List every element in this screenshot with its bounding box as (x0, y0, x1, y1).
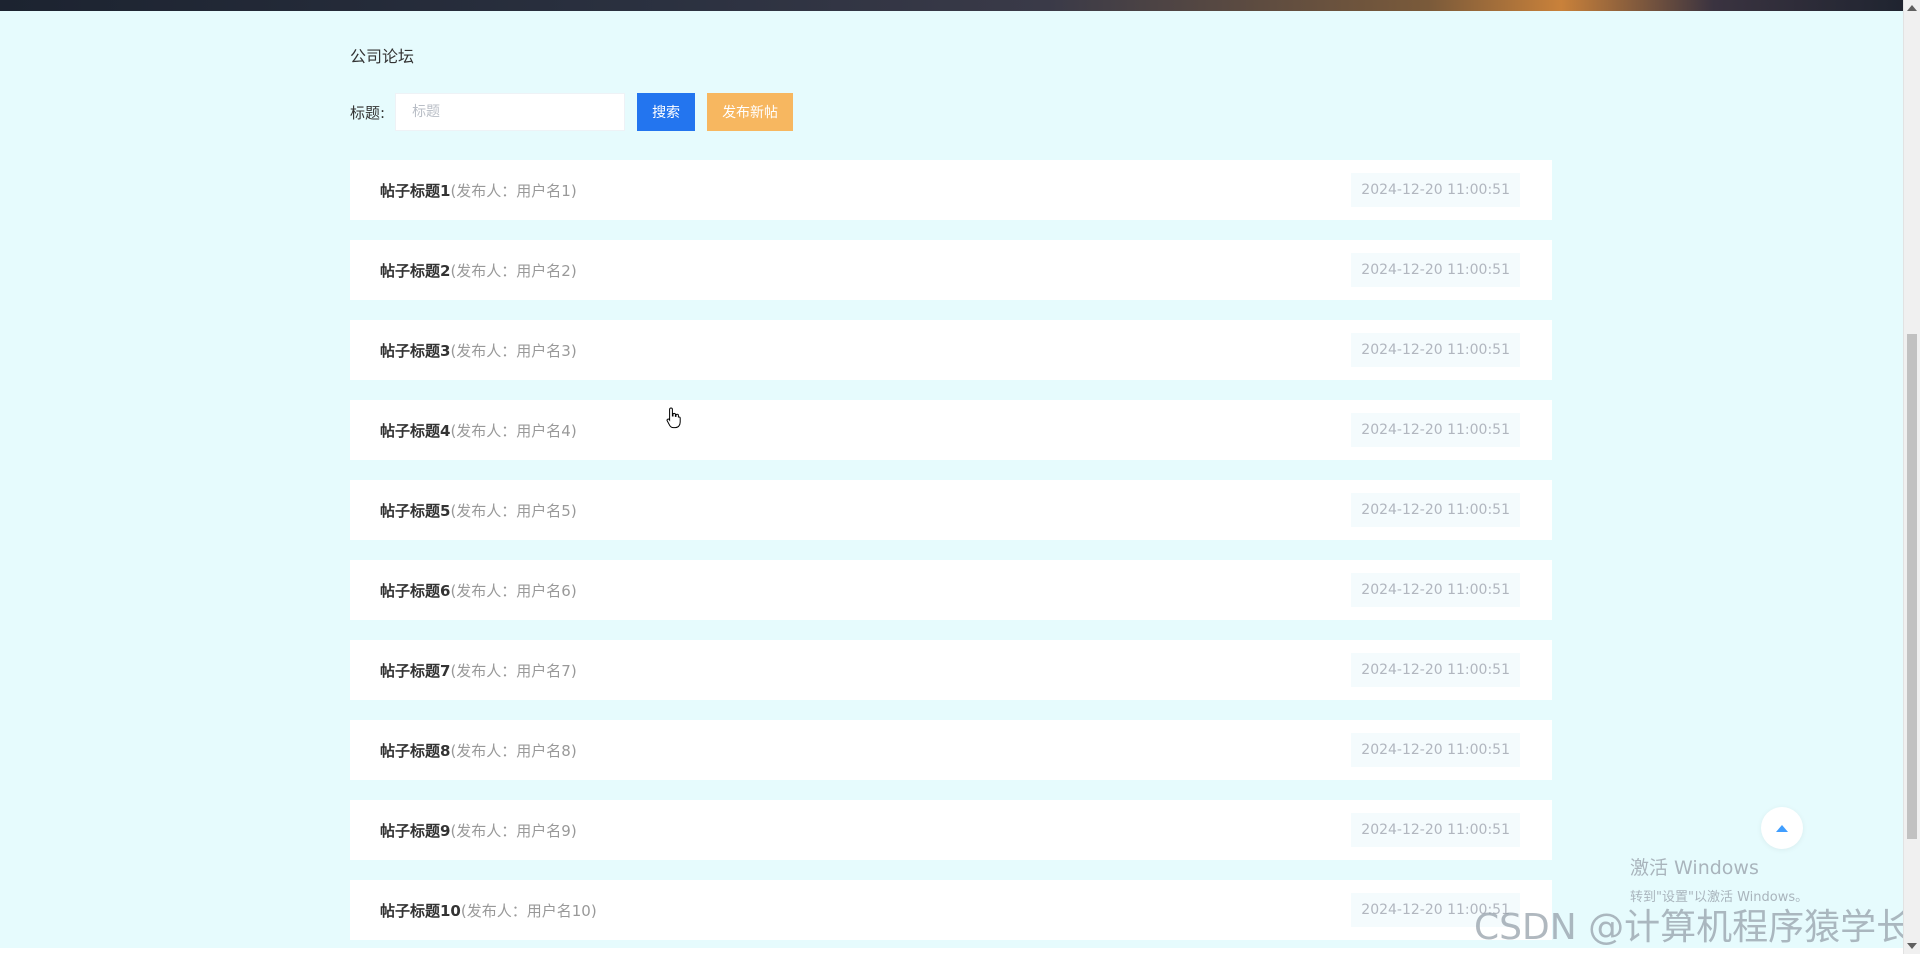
post-title[interactable]: 帖子标题6 (380, 582, 450, 600)
post-author: (发布人：用户名6) (450, 581, 577, 600)
post-title[interactable]: 帖子标题1 (380, 182, 450, 200)
post-author: (发布人：用户名9) (450, 821, 577, 840)
post-author: (发布人：用户名10) (460, 901, 597, 920)
scroll-up-arrow-icon[interactable] (1907, 5, 1917, 11)
post-author: (发布人：用户名7) (450, 661, 577, 680)
post-item[interactable]: 帖子标题7(发布人：用户名7) 2024-12-20 11:00:51 (350, 640, 1552, 700)
post-heading: 帖子标题4(发布人：用户名4) (380, 420, 577, 441)
post-heading: 帖子标题3(发布人：用户名3) (380, 340, 577, 361)
post-item[interactable]: 帖子标题2(发布人：用户名2) 2024-12-20 11:00:51 (350, 240, 1552, 300)
bottom-edge (0, 948, 1904, 954)
vertical-scrollbar[interactable] (1903, 0, 1920, 954)
scroll-down-arrow-icon[interactable] (1907, 943, 1917, 949)
title-search-input[interactable] (395, 93, 626, 131)
post-title[interactable]: 帖子标题8 (380, 742, 450, 760)
post-heading: 帖子标题2(发布人：用户名2) (380, 260, 577, 281)
csdn-watermark: CSDN @计算机程序猿学长 (1474, 907, 1913, 948)
windows-activation-title: 激活 Windows (1630, 857, 1759, 879)
post-item[interactable]: 帖子标题4(发布人：用户名4) 2024-12-20 11:00:51 (350, 400, 1552, 460)
post-item[interactable]: 帖子标题10(发布人：用户名10) 2024-12-20 11:00:51 (350, 880, 1552, 940)
post-title[interactable]: 帖子标题7 (380, 662, 450, 680)
post-heading: 帖子标题5(发布人：用户名5) (380, 500, 577, 521)
new-post-button[interactable]: 发布新帖 (707, 93, 794, 131)
post-author: (发布人：用户名4) (450, 421, 577, 440)
post-date: 2024-12-20 11:00:51 (1351, 333, 1520, 367)
caret-up-icon (1776, 824, 1788, 832)
post-date: 2024-12-20 11:00:51 (1351, 813, 1520, 847)
post-item[interactable]: 帖子标题6(发布人：用户名6) 2024-12-20 11:00:51 (350, 560, 1552, 620)
post-title[interactable]: 帖子标题9 (380, 822, 450, 840)
search-bar: 标题: 搜索 发布新帖 (350, 93, 794, 131)
scrollbar-thumb[interactable] (1907, 334, 1917, 839)
page-title: 公司论坛 (350, 47, 415, 66)
search-label: 标题: (350, 103, 386, 122)
post-date: 2024-12-20 11:00:51 (1351, 653, 1520, 687)
post-item[interactable]: 帖子标题9(发布人：用户名9) 2024-12-20 11:00:51 (350, 800, 1552, 860)
post-heading: 帖子标题6(发布人：用户名6) (380, 580, 577, 601)
post-heading: 帖子标题1(发布人：用户名1) (380, 180, 577, 201)
post-heading: 帖子标题9(发布人：用户名9) (380, 820, 577, 841)
post-title[interactable]: 帖子标题5 (380, 502, 450, 520)
post-author: (发布人：用户名8) (450, 741, 577, 760)
post-heading: 帖子标题10(发布人：用户名10) (380, 900, 597, 921)
post-item[interactable]: 帖子标题1(发布人：用户名1) 2024-12-20 11:00:51 (350, 160, 1552, 220)
search-button[interactable]: 搜索 (637, 93, 696, 131)
post-date: 2024-12-20 11:00:51 (1351, 413, 1520, 447)
forum-page: 公司论坛 标题: 搜索 发布新帖 帖子标题1(发布人：用户名1) 2024-12… (0, 0, 1920, 954)
post-heading: 帖子标题8(发布人：用户名8) (380, 740, 577, 761)
post-date: 2024-12-20 11:00:51 (1351, 493, 1520, 527)
post-date: 2024-12-20 11:00:51 (1351, 573, 1520, 607)
post-title[interactable]: 帖子标题4 (380, 422, 450, 440)
post-author: (发布人：用户名1) (450, 181, 577, 200)
post-date: 2024-12-20 11:00:51 (1351, 253, 1520, 287)
post-author: (发布人：用户名5) (450, 501, 577, 520)
post-item[interactable]: 帖子标题5(发布人：用户名5) 2024-12-20 11:00:51 (350, 480, 1552, 540)
post-title[interactable]: 帖子标题10 (380, 902, 461, 920)
post-date: 2024-12-20 11:00:51 (1351, 733, 1520, 767)
post-heading: 帖子标题7(发布人：用户名7) (380, 660, 577, 681)
post-author: (发布人：用户名2) (450, 261, 577, 280)
post-list: 帖子标题1(发布人：用户名1) 2024-12-20 11:00:51 帖子标题… (350, 160, 1552, 954)
header-banner-image (0, 0, 1904, 11)
post-item[interactable]: 帖子标题8(发布人：用户名8) 2024-12-20 11:00:51 (350, 720, 1552, 780)
post-title[interactable]: 帖子标题3 (380, 342, 450, 360)
post-author: (发布人：用户名3) (450, 341, 577, 360)
back-to-top-button[interactable] (1761, 807, 1803, 849)
post-item[interactable]: 帖子标题3(发布人：用户名3) 2024-12-20 11:00:51 (350, 320, 1552, 380)
hand-pointer-icon (666, 407, 682, 433)
post-date: 2024-12-20 11:00:51 (1351, 173, 1520, 207)
post-title[interactable]: 帖子标题2 (380, 262, 450, 280)
